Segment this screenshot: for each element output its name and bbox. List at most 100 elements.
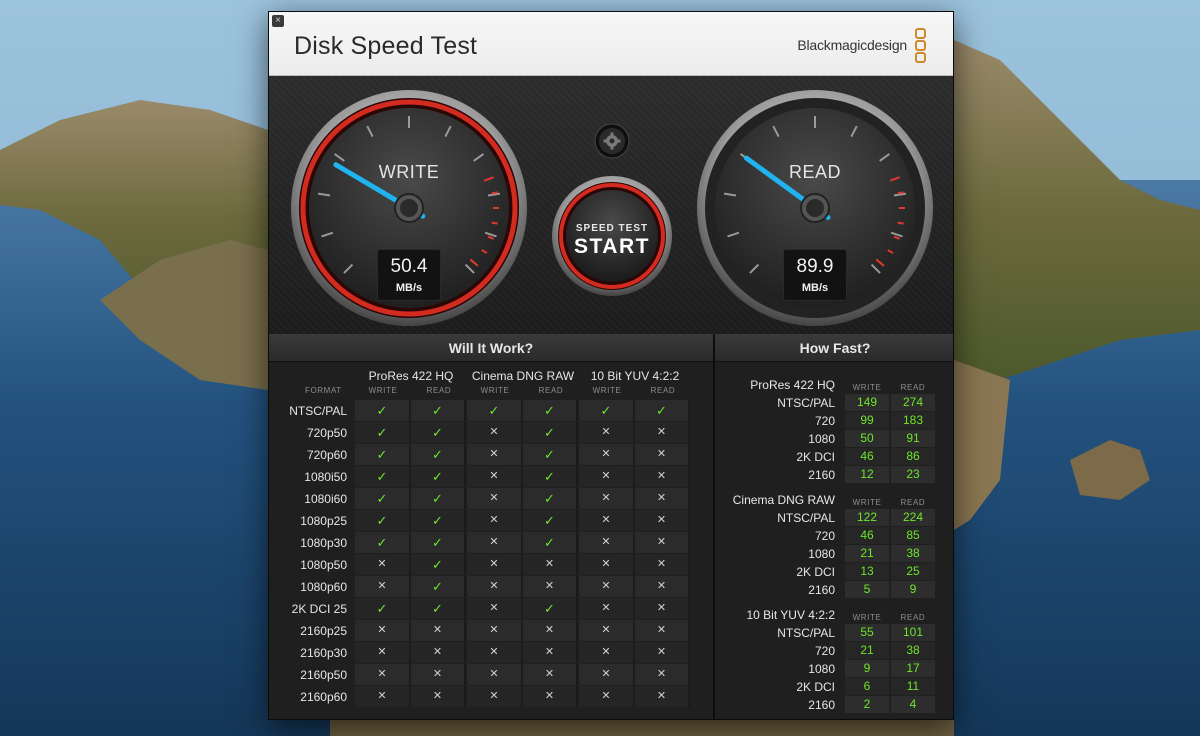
how-fast-read-value: 101 — [891, 624, 935, 641]
how-fast-read-header: READ — [900, 613, 926, 622]
cross-icon: ✕ — [579, 444, 634, 465]
cross-icon: ✕ — [635, 510, 690, 531]
format-label: 1080 — [808, 662, 835, 676]
redzone-tick — [897, 191, 904, 195]
cross-icon: ✕ — [523, 686, 578, 707]
cross-icon: ✕ — [355, 642, 410, 663]
write-speed-value: 50.4 — [390, 256, 428, 277]
cross-icon: ✕ — [635, 532, 690, 553]
cross-icon: ✕ — [579, 642, 634, 663]
check-icon: ✓ — [355, 444, 410, 465]
will-it-work-write-subheader: WRITE — [480, 386, 510, 395]
will-it-work-group-header: 10 Bit YUV 4:2:2 — [590, 369, 680, 383]
how-fast-write-header: WRITE — [852, 613, 882, 622]
will-it-work-write-subheader: WRITE — [592, 386, 622, 395]
format-label: 2160p50 — [300, 668, 347, 682]
will-it-work-header: Will It Work? — [269, 334, 713, 362]
cross-icon: ✕ — [579, 620, 634, 641]
close-button[interactable]: × — [272, 15, 284, 27]
check-icon: ✓ — [523, 466, 578, 487]
cross-icon: ✕ — [411, 686, 466, 707]
cross-icon: ✕ — [467, 620, 522, 641]
cross-icon: ✕ — [579, 532, 634, 553]
check-icon: ✓ — [355, 532, 410, 553]
cross-icon: ✕ — [467, 466, 522, 487]
cross-icon: ✕ — [579, 664, 634, 685]
how-fast-write-header: WRITE — [852, 383, 882, 392]
check-icon: ✓ — [411, 554, 466, 575]
how-fast-write-value: 149 — [845, 394, 889, 411]
check-icon: ✓ — [523, 422, 578, 443]
check-icon: ✓ — [411, 576, 466, 597]
how-fast-read-value: 224 — [891, 509, 935, 526]
check-icon: ✓ — [523, 510, 578, 531]
format-label: 720p50 — [306, 426, 347, 440]
format-label: 2160p30 — [300, 646, 347, 660]
cross-icon: ✕ — [355, 576, 410, 597]
check-icon: ✓ — [411, 422, 466, 443]
check-icon: ✓ — [355, 466, 410, 487]
format-column-header: FORMAT — [305, 386, 342, 395]
how-fast-group: ProRes 422 HQ WRITE READ NTSC/PAL 149 274 720 9… — [715, 366, 953, 483]
check-icon: ✓ — [523, 532, 578, 553]
how-fast-write-value: 55 — [845, 624, 889, 641]
check-icon: ✓ — [411, 510, 466, 531]
cross-icon: ✕ — [467, 532, 522, 553]
table-row: 2160p30 ✕ ✕ ✕ ✕ ✕ ✕ — [269, 642, 699, 664]
how-fast-read-value: 11 — [891, 678, 935, 695]
cross-icon: ✕ — [355, 686, 410, 707]
cross-icon: ✕ — [579, 576, 634, 597]
check-icon: ✓ — [355, 510, 410, 531]
how-fast-read-value: 38 — [891, 642, 935, 659]
check-icon: ✓ — [523, 444, 578, 465]
check-icon: ✓ — [523, 488, 578, 509]
format-label: 720p60 — [306, 448, 347, 462]
how-fast-read-value: 38 — [891, 545, 935, 562]
table-row: 2K DCI 46 86 — [715, 448, 953, 466]
table-row: 2160 2 4 — [715, 696, 953, 714]
how-fast-write-value: 2 — [845, 696, 889, 713]
cross-icon: ✕ — [467, 422, 522, 443]
table-row: 1080 9 17 — [715, 660, 953, 678]
read-speed-value: 89.9 — [796, 256, 834, 277]
check-icon: ✓ — [355, 400, 410, 421]
cross-icon: ✕ — [635, 422, 690, 443]
how-fast-write-value: 13 — [845, 563, 889, 580]
table-row: 720p50 ✓ ✓ ✕ ✓ ✕ ✕ — [269, 422, 699, 444]
format-label: NTSC/PAL — [777, 511, 835, 525]
table-row: NTSC/PAL 122 224 — [715, 509, 953, 527]
cross-icon: ✕ — [467, 576, 522, 597]
cross-icon: ✕ — [635, 620, 690, 641]
format-label: 1080i60 — [304, 492, 347, 506]
check-icon: ✓ — [579, 400, 634, 421]
read-speed-unit: MB/s — [801, 282, 829, 294]
format-label: 720 — [814, 529, 835, 543]
will-it-work-read-subheader: READ — [538, 386, 564, 395]
cross-icon: ✕ — [635, 466, 690, 487]
how-fast-write-value: 99 — [845, 412, 889, 429]
check-icon: ✓ — [635, 400, 690, 421]
title-bar: Disk Speed Test Blackmagicdesign — [269, 12, 953, 76]
check-icon: ✓ — [411, 532, 466, 553]
cross-icon: ✕ — [579, 510, 634, 531]
format-label: 2160 — [808, 698, 835, 712]
how-fast-group-title: ProRes 422 HQ — [750, 378, 835, 392]
format-label: 1080i50 — [304, 470, 347, 484]
read-gauge-label: READ — [788, 162, 841, 182]
check-icon: ✓ — [355, 598, 410, 619]
format-label: NTSC/PAL — [289, 404, 347, 418]
settings-button[interactable] — [595, 124, 629, 158]
write-speed-unit: MB/s — [395, 282, 423, 294]
how-fast-write-value: 50 — [845, 430, 889, 447]
how-fast-header: How Fast? — [715, 334, 953, 362]
table-row: 720 99 183 — [715, 412, 953, 430]
cross-icon: ✕ — [523, 642, 578, 663]
cross-icon: ✕ — [467, 598, 522, 619]
read-readout: 89.9 MB/s — [783, 249, 847, 301]
cross-icon: ✕ — [579, 422, 634, 443]
cross-icon: ✕ — [411, 664, 466, 685]
cross-icon: ✕ — [579, 554, 634, 575]
cross-icon: ✕ — [523, 576, 578, 597]
how-fast-group: 10 Bit YUV 4:2:2 WRITE READ NTSC/PAL 55 101 72… — [715, 596, 953, 713]
table-row: 2160p25 ✕ ✕ ✕ ✕ ✕ ✕ — [269, 620, 699, 642]
